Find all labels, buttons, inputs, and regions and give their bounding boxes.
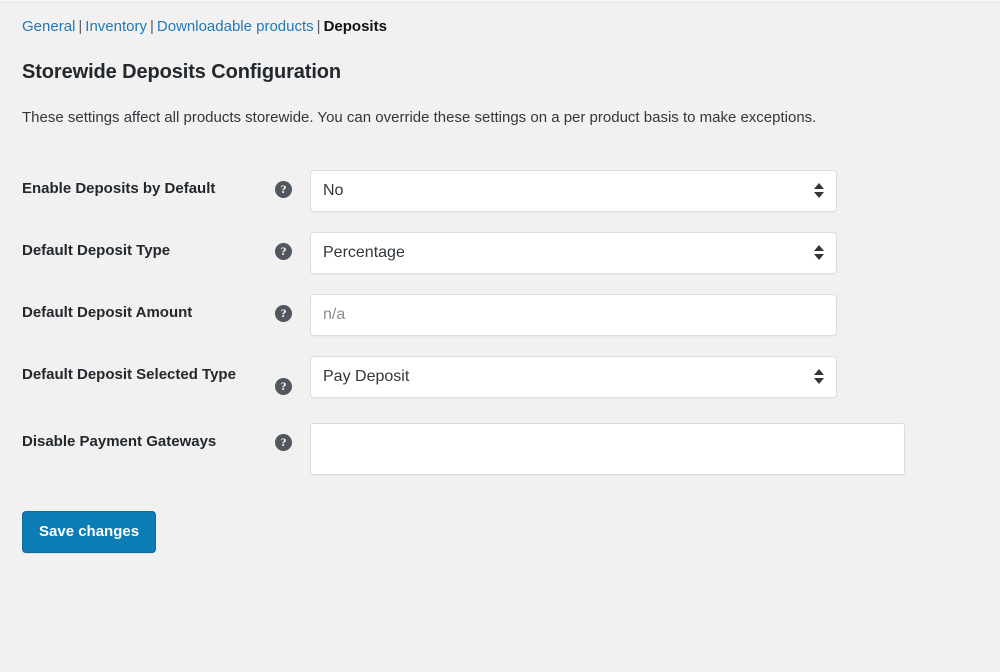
field-label-default-deposit-type: Default Deposit Type (22, 240, 170, 261)
subtab-general[interactable]: General (22, 18, 75, 35)
select-shell: Percentage (310, 232, 837, 274)
nav-separator: | (147, 18, 157, 35)
input-default-deposit-amount[interactable] (310, 294, 837, 336)
field-label-cell: Disable Payment Gateways ? (0, 413, 310, 485)
select-shell: No (310, 170, 837, 212)
field-row-enable-deposits-by-default: Enable Deposits by Default ? No (0, 160, 1000, 222)
help-icon[interactable]: ? (275, 378, 292, 395)
settings-subtab-nav: General|Inventory|Downloadable products|… (0, 4, 1000, 37)
field-label-enable-deposits-by-default: Enable Deposits by Default (22, 178, 215, 199)
settings-page: General|Inventory|Downloadable products|… (0, 4, 1000, 553)
page-title: Storewide Deposits Configuration (22, 59, 1000, 85)
field-row-default-deposit-selected-type: Default Deposit Selected Type ? Pay Depo… (0, 346, 1000, 413)
select-default-deposit-type[interactable]: Percentage (310, 232, 837, 274)
subtab-inventory[interactable]: Inventory (85, 18, 147, 35)
field-control-cell: Percentage (310, 222, 1000, 284)
help-icon[interactable]: ? (275, 434, 292, 451)
field-label-cell: Default Deposit Type ? (0, 222, 310, 284)
top-divider (0, 0, 1000, 3)
page-description: These settings affect all products store… (22, 107, 1000, 130)
help-icon[interactable]: ? (275, 181, 292, 198)
subtab-deposits-active[interactable]: Deposits (324, 18, 387, 35)
submit-area: Save changes (22, 511, 1000, 553)
field-row-default-deposit-amount: Default Deposit Amount ? (0, 284, 1000, 346)
field-label-cell: Default Deposit Amount ? (0, 284, 310, 346)
field-control-cell: No (310, 160, 1000, 222)
field-control-cell (310, 284, 1000, 346)
save-changes-button[interactable]: Save changes (22, 511, 156, 553)
settings-form-table: Enable Deposits by Default ? No (0, 160, 1000, 485)
nav-separator: | (75, 18, 85, 35)
help-icon[interactable]: ? (275, 305, 292, 322)
subtab-downloadable-products[interactable]: Downloadable products (157, 18, 314, 35)
field-label-default-deposit-selected-type: Default Deposit Selected Type (22, 364, 236, 385)
select-shell: Pay Deposit (310, 356, 837, 398)
field-row-disable-payment-gateways: Disable Payment Gateways ? (0, 413, 1000, 485)
field-row-default-deposit-type: Default Deposit Type ? Percentage (0, 222, 1000, 284)
help-icon[interactable]: ? (275, 243, 292, 260)
select-default-deposit-selected-type[interactable]: Pay Deposit (310, 356, 837, 398)
nav-separator: | (314, 18, 324, 35)
field-label-cell: Default Deposit Selected Type ? (0, 346, 310, 413)
field-control-cell (310, 413, 1000, 485)
field-label-default-deposit-amount: Default Deposit Amount (22, 302, 192, 323)
field-label-cell: Enable Deposits by Default ? (0, 160, 310, 222)
field-control-cell: Pay Deposit (310, 346, 1000, 413)
field-label-disable-payment-gateways: Disable Payment Gateways (22, 431, 216, 452)
select-enable-deposits-by-default[interactable]: No (310, 170, 837, 212)
multiselect-disable-payment-gateways[interactable] (310, 423, 905, 475)
